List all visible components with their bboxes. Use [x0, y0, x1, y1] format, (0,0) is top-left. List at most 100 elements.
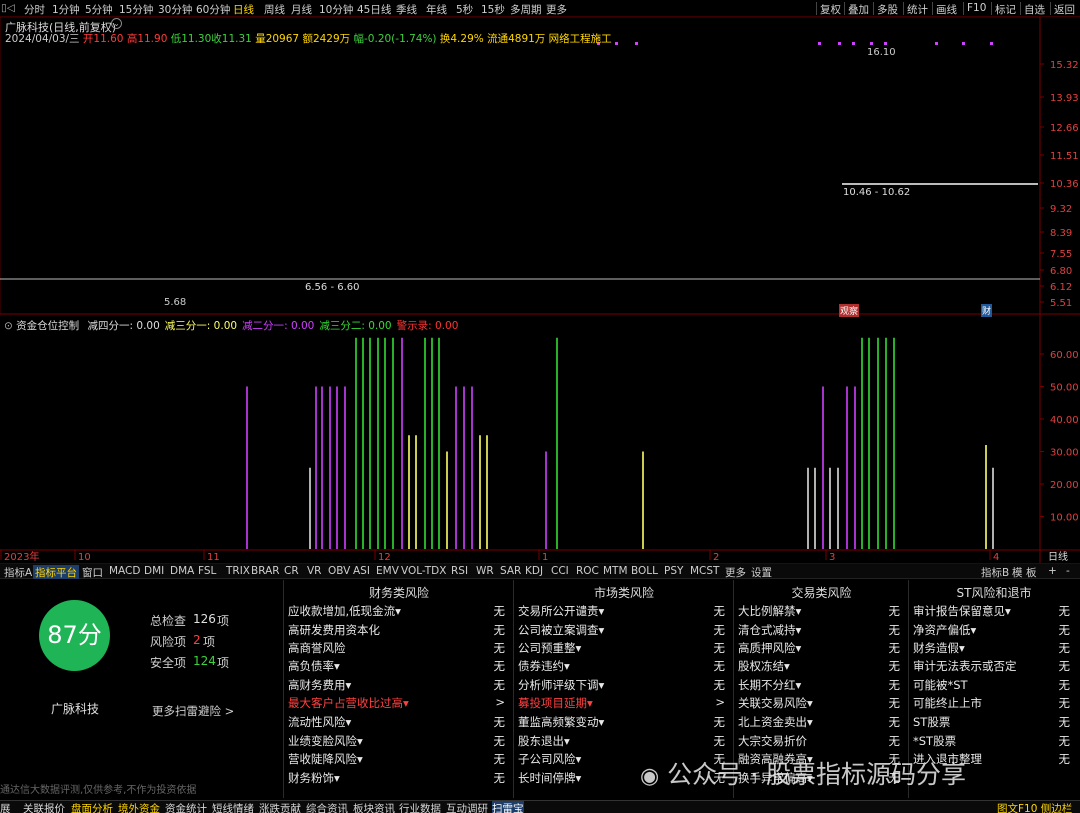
bottom-tab-4[interactable]: 资金统计: [165, 801, 207, 813]
tab-right-1[interactable]: 模: [1010, 565, 1025, 580]
indicator-name[interactable]: 资金仓位控制: [16, 320, 79, 332]
menu-icon[interactable]: ▯◁: [1, 2, 15, 14]
risk-item[interactable]: 大宗交易折价: [738, 733, 807, 749]
period-5[interactable]: 60分钟: [196, 2, 230, 17]
tab-18[interactable]: KDJ: [523, 565, 545, 577]
risk-item[interactable]: 高负债率▾: [288, 658, 340, 674]
toolbar-button-4[interactable]: 画线: [936, 2, 957, 17]
tab-11[interactable]: OBV: [326, 565, 352, 577]
tab-4[interactable]: DMI: [142, 565, 166, 577]
tab-8[interactable]: BRAR: [249, 565, 282, 577]
risk-item[interactable]: 关联交易风险▾: [738, 695, 813, 711]
tab-13[interactable]: EMV: [374, 565, 401, 577]
tab-17[interactable]: SAR: [498, 565, 523, 577]
risk-item[interactable]: 北上资金卖出▾: [738, 714, 813, 730]
tab-19[interactable]: CCI: [549, 565, 571, 577]
risk-item[interactable]: 债券违约▾: [518, 658, 570, 674]
risk-item[interactable]: 财务造假▾: [913, 640, 965, 656]
period-16[interactable]: 更多: [546, 2, 567, 17]
risk-item[interactable]: 最大客户占营收比过高▾: [288, 695, 409, 711]
risk-item[interactable]: 长期不分红▾: [738, 677, 801, 693]
risk-item[interactable]: 审计无法表示或否定: [913, 658, 1017, 674]
period-12[interactable]: 年线: [426, 2, 447, 17]
period-6[interactable]: 日线: [233, 2, 254, 17]
risk-item[interactable]: 长时间停牌▾: [518, 770, 581, 786]
risk-item[interactable]: 净资产偏低▾: [913, 622, 976, 638]
risk-item[interactable]: 营收陡降风险▾: [288, 751, 363, 767]
kline-chart[interactable]: 15.32 13.93 12.66 11.51 10.36 9.32 8.39 7.55 6.8…: [0, 17, 1080, 563]
risk-item[interactable]: 财务粉饰▾: [288, 770, 340, 786]
indicator-settings-icon[interactable]: ⊙: [4, 320, 13, 332]
risk-item[interactable]: 大比例解禁▾: [738, 603, 801, 619]
bottom-tab-5[interactable]: 短线情绪: [212, 801, 254, 813]
period-4[interactable]: 30分钟: [158, 2, 192, 17]
risk-item[interactable]: 业绩变脸风险▾: [288, 733, 363, 749]
risk-item[interactable]: 高质押风险▾: [738, 640, 801, 656]
toolbar-button-0[interactable]: 复权: [820, 2, 841, 17]
period-2[interactable]: 5分钟: [85, 2, 113, 17]
tab-right-0[interactable]: 指标B: [979, 565, 1011, 580]
finance-marker[interactable]: 财: [981, 304, 993, 317]
toolbar-button-5[interactable]: F10: [967, 2, 986, 14]
risk-item[interactable]: 股东退出▾: [518, 733, 570, 749]
period-0[interactable]: 分时: [24, 2, 45, 17]
toolbar-button-1[interactable]: 叠加: [848, 2, 869, 17]
risk-item[interactable]: 高商誉风险: [288, 640, 346, 656]
tab-right-3[interactable]: +: [1046, 565, 1059, 577]
toolbar-button-6[interactable]: 标记: [995, 2, 1016, 17]
tab-1[interactable]: 指标平台: [33, 565, 79, 580]
toolbar-button-7[interactable]: 自选: [1024, 2, 1045, 17]
period-15[interactable]: 多周期: [510, 2, 542, 17]
risk-item[interactable]: 交易所公开谴责▾: [518, 603, 604, 619]
bottom-right-controls[interactable]: 图文F10 侧边栏: [997, 801, 1072, 813]
risk-item[interactable]: 清仓式减持▾: [738, 622, 801, 638]
risk-item[interactable]: ST股票: [913, 714, 950, 730]
period-7[interactable]: 周线: [264, 2, 285, 17]
risk-item[interactable]: 股权冻结▾: [738, 658, 790, 674]
tab-5[interactable]: DMA: [168, 565, 196, 577]
toolbar-button-2[interactable]: 多股: [877, 2, 898, 17]
tab-7[interactable]: TRIX: [224, 565, 252, 577]
risk-item[interactable]: 募投项目延期▾: [518, 695, 593, 711]
risk-item[interactable]: 公司预重整▾: [518, 640, 581, 656]
period-10[interactable]: 45日线: [357, 2, 391, 17]
tab-2[interactable]: 窗口: [80, 565, 105, 580]
tab-6[interactable]: FSL: [196, 565, 218, 577]
risk-item[interactable]: 高研发费用资本化: [288, 622, 380, 638]
risk-item[interactable]: 可能被*ST: [913, 677, 968, 693]
tab-right-2[interactable]: 板: [1024, 565, 1039, 580]
bottom-tab-8[interactable]: 板块资讯: [353, 801, 395, 813]
risk-item[interactable]: 分析师评级下调▾: [518, 677, 604, 693]
risk-item[interactable]: 流动性风险▾: [288, 714, 351, 730]
risk-item[interactable]: *ST股票: [913, 733, 956, 749]
period-13[interactable]: 5秒: [456, 2, 473, 17]
period-3[interactable]: 15分钟: [119, 2, 153, 17]
tab-3[interactable]: MACD: [107, 565, 142, 577]
tab-20[interactable]: ROC: [574, 565, 601, 577]
bottom-tab-0[interactable]: 展: [0, 801, 11, 813]
bottom-tab-11[interactable]: 扫雷宝: [492, 801, 524, 813]
tab-23[interactable]: PSY: [662, 565, 685, 577]
bottom-tab-6[interactable]: 涨跌贡献: [259, 801, 301, 813]
tab-21[interactable]: MTM: [601, 565, 630, 577]
tab-14[interactable]: VOL-TDX: [399, 565, 448, 577]
tab-22[interactable]: BOLL: [629, 565, 660, 577]
chevron-down-icon[interactable]: ⌄: [111, 18, 122, 29]
tab-24[interactable]: MCST: [688, 565, 721, 577]
toolbar-button-3[interactable]: 统计: [907, 2, 928, 17]
tab-15[interactable]: RSI: [449, 565, 470, 577]
risk-item[interactable]: 应收款增加,低现金流▾: [288, 603, 401, 619]
risk-item[interactable]: 高财务费用▾: [288, 677, 351, 693]
tab-12[interactable]: ASI: [351, 565, 372, 577]
risk-item[interactable]: 审计报告保留意见▾: [913, 603, 1011, 619]
period-1[interactable]: 1分钟: [52, 2, 80, 17]
toolbar-button-8[interactable]: 返回: [1054, 2, 1075, 17]
risk-item[interactable]: 子公司风险▾: [518, 751, 581, 767]
bottom-tab-2[interactable]: 盘面分析: [71, 801, 113, 813]
bottom-tab-1[interactable]: 关联报价: [23, 801, 65, 813]
period-11[interactable]: 季线: [396, 2, 417, 17]
bottom-tab-3[interactable]: 境外资金: [118, 801, 160, 813]
risk-item[interactable]: 可能终止上市: [913, 695, 982, 711]
bottom-tab-7[interactable]: 综合资讯: [306, 801, 348, 813]
period-8[interactable]: 月线: [291, 2, 312, 17]
